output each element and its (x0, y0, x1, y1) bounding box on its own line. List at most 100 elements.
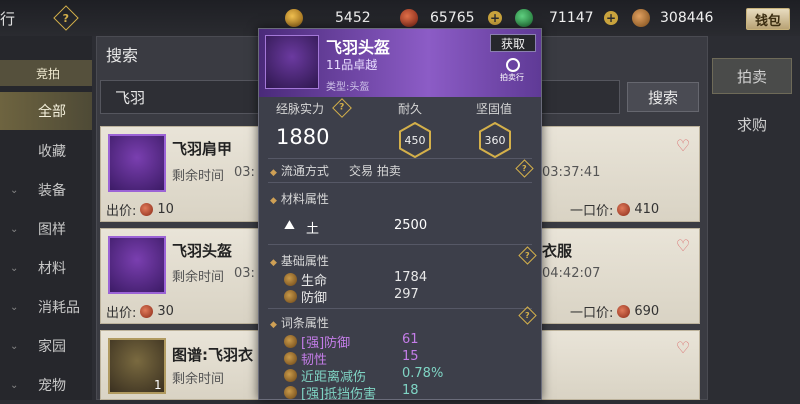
chevron-down-icon: ⌄ (10, 379, 19, 391)
wallet-button[interactable]: 钱包 (746, 8, 790, 30)
bid-value: 30 (157, 304, 174, 319)
bronze-coin-icon (632, 9, 650, 27)
chevron-down-icon: ⌄ (10, 301, 19, 313)
attr-value: 15 (402, 349, 419, 364)
tab-auction[interactable]: 拍卖 (712, 58, 792, 94)
bid-value: 10 (157, 202, 174, 217)
time-remaining-label: 剩余时间 (172, 372, 225, 387)
attribute-icon (284, 335, 297, 348)
material-name: 土 (306, 222, 320, 237)
popup-item-title: 飞羽头盔 (326, 38, 391, 57)
currency-value: 5452 (335, 10, 371, 26)
shoulder-armor-icon (108, 134, 166, 192)
basic-attr-row: 防御 (284, 287, 327, 306)
sidebar-item-home[interactable]: ⌄ 家园 (0, 327, 92, 365)
divider (268, 244, 532, 245)
favorite-heart-icon[interactable]: ♡ (673, 138, 693, 154)
sidebar-item-label: 图样 (38, 222, 66, 238)
red-coin-icon (617, 203, 631, 216)
bid-label: 出价: (106, 204, 137, 219)
item-count: 1 (154, 378, 162, 392)
sidebar-item-label: 家园 (38, 339, 66, 355)
time-remaining-label: 剩余时间 (172, 169, 225, 184)
favorite-heart-icon[interactable]: ♡ (673, 340, 693, 356)
entry-section-title: ◆ 词条属性 (270, 314, 329, 331)
sidebar-item-favorites[interactable]: 收藏 (0, 132, 92, 170)
earth-element-icon: ⛰ (284, 218, 295, 233)
time-remaining-value: 03: (234, 165, 255, 180)
firmness-label: 坚固值 (476, 102, 513, 116)
time-remaining-label: 剩余时间 (172, 270, 225, 285)
time-remaining-value: 03:37:41 (542, 165, 601, 180)
power-value: 1880 (276, 125, 330, 149)
attr-value: 297 (394, 287, 419, 302)
search-button[interactable]: 搜索 (627, 82, 699, 112)
add-currency-button[interactable]: + (604, 11, 618, 25)
item-name: 飞羽肩甲 (172, 140, 233, 158)
buyout-label: 一口价: (570, 204, 614, 219)
firmness-value: 360 (484, 133, 506, 147)
bullet-icon: ◆ (270, 258, 277, 268)
helmet-icon (265, 35, 319, 89)
attr-value: 0.78% (402, 366, 444, 381)
chevron-down-icon: ⌄ (10, 262, 19, 274)
sidebar-item-materials[interactable]: ⌄ 材料 (0, 249, 92, 287)
attr-value: 61 (402, 332, 419, 347)
sidebar-item-patterns[interactable]: ⌄ 图样 (0, 210, 92, 248)
sidebar-item-consumables[interactable]: ⌄ 消耗品 (0, 288, 92, 326)
favorite-heart-icon[interactable]: ♡ (673, 238, 693, 254)
sidebar-header[interactable]: 竞拍 (0, 60, 92, 86)
basic-section-title: ◆ 基础属性 (270, 252, 329, 269)
bid-label: 出价: (106, 306, 137, 321)
bullet-icon: ◆ (270, 320, 277, 330)
popup-item-grade: 11品卓越 (326, 58, 378, 72)
durability-label: 耐久 (398, 102, 423, 116)
auction-house-icon[interactable] (506, 58, 520, 72)
tab-wanted[interactable]: 求购 (712, 106, 792, 142)
panel-title: 搜索 (106, 46, 139, 65)
red-coin-icon (140, 203, 154, 216)
chevron-down-icon: ⌄ (10, 223, 19, 235)
bid-price: 出价: 10 (106, 200, 174, 219)
currency-value: 308446 (660, 10, 714, 26)
window-title-fragment: 行 (0, 10, 16, 28)
divider (268, 158, 532, 159)
add-currency-button[interactable]: + (488, 11, 502, 25)
divider (268, 308, 532, 309)
currency-value: 65765 (430, 10, 475, 26)
section-label: 材料属性 (280, 192, 329, 206)
category-sidebar: 竞拍 全部 收藏 ⌄ 装备 ⌄ 图样 ⌄ 材料 ⌄ 消耗品 ⌄ 家园 ⌄ 宠物 (0, 36, 92, 400)
chevron-down-icon: ⌄ (10, 340, 19, 352)
attribute-icon (284, 352, 297, 365)
sidebar-item-all[interactable]: 全部 (0, 92, 92, 130)
entry-attr-row: [强]抵挡伤害 (284, 383, 376, 402)
power-label: 经脉实力 (276, 102, 325, 116)
currency-value: 71147 (549, 10, 594, 26)
divider (268, 182, 532, 183)
chevron-down-icon: ⌄ (10, 184, 19, 196)
sidebar-item-label: 材料 (38, 261, 66, 277)
sidebar-item-equipment[interactable]: ⌄ 装备 (0, 171, 92, 209)
section-label: 基础属性 (280, 254, 329, 268)
sidebar-item-pets[interactable]: ⌄ 宠物 (0, 366, 92, 404)
currency-bronze: 308446 (632, 0, 713, 36)
buyout-label: 一口价: (570, 306, 614, 321)
auction-house-label: 拍卖行 (500, 73, 524, 82)
buyout-price: 一口价: 410 (570, 200, 659, 219)
circulation-row: ◆ 流通方式 (270, 162, 329, 179)
circulation-value: 交易 拍卖 (349, 164, 401, 178)
attribute-icon (284, 273, 297, 286)
attr-value: 18 (402, 383, 419, 398)
section-label: 词条属性 (280, 316, 329, 330)
red-coin-icon (617, 305, 631, 318)
sidebar-item-label: 装备 (38, 183, 66, 199)
attribute-icon (284, 369, 297, 382)
time-remaining-value: 04:42:07 (542, 266, 601, 281)
material-section-title: ◆ 材料属性 (270, 190, 329, 207)
buyout-value: 690 (634, 304, 660, 319)
red-coin-icon (140, 305, 154, 318)
helmet-icon (108, 236, 166, 294)
attr-value: 1784 (394, 270, 428, 285)
obtain-button[interactable]: 获取 (490, 34, 536, 52)
durability-value: 450 (404, 133, 426, 147)
